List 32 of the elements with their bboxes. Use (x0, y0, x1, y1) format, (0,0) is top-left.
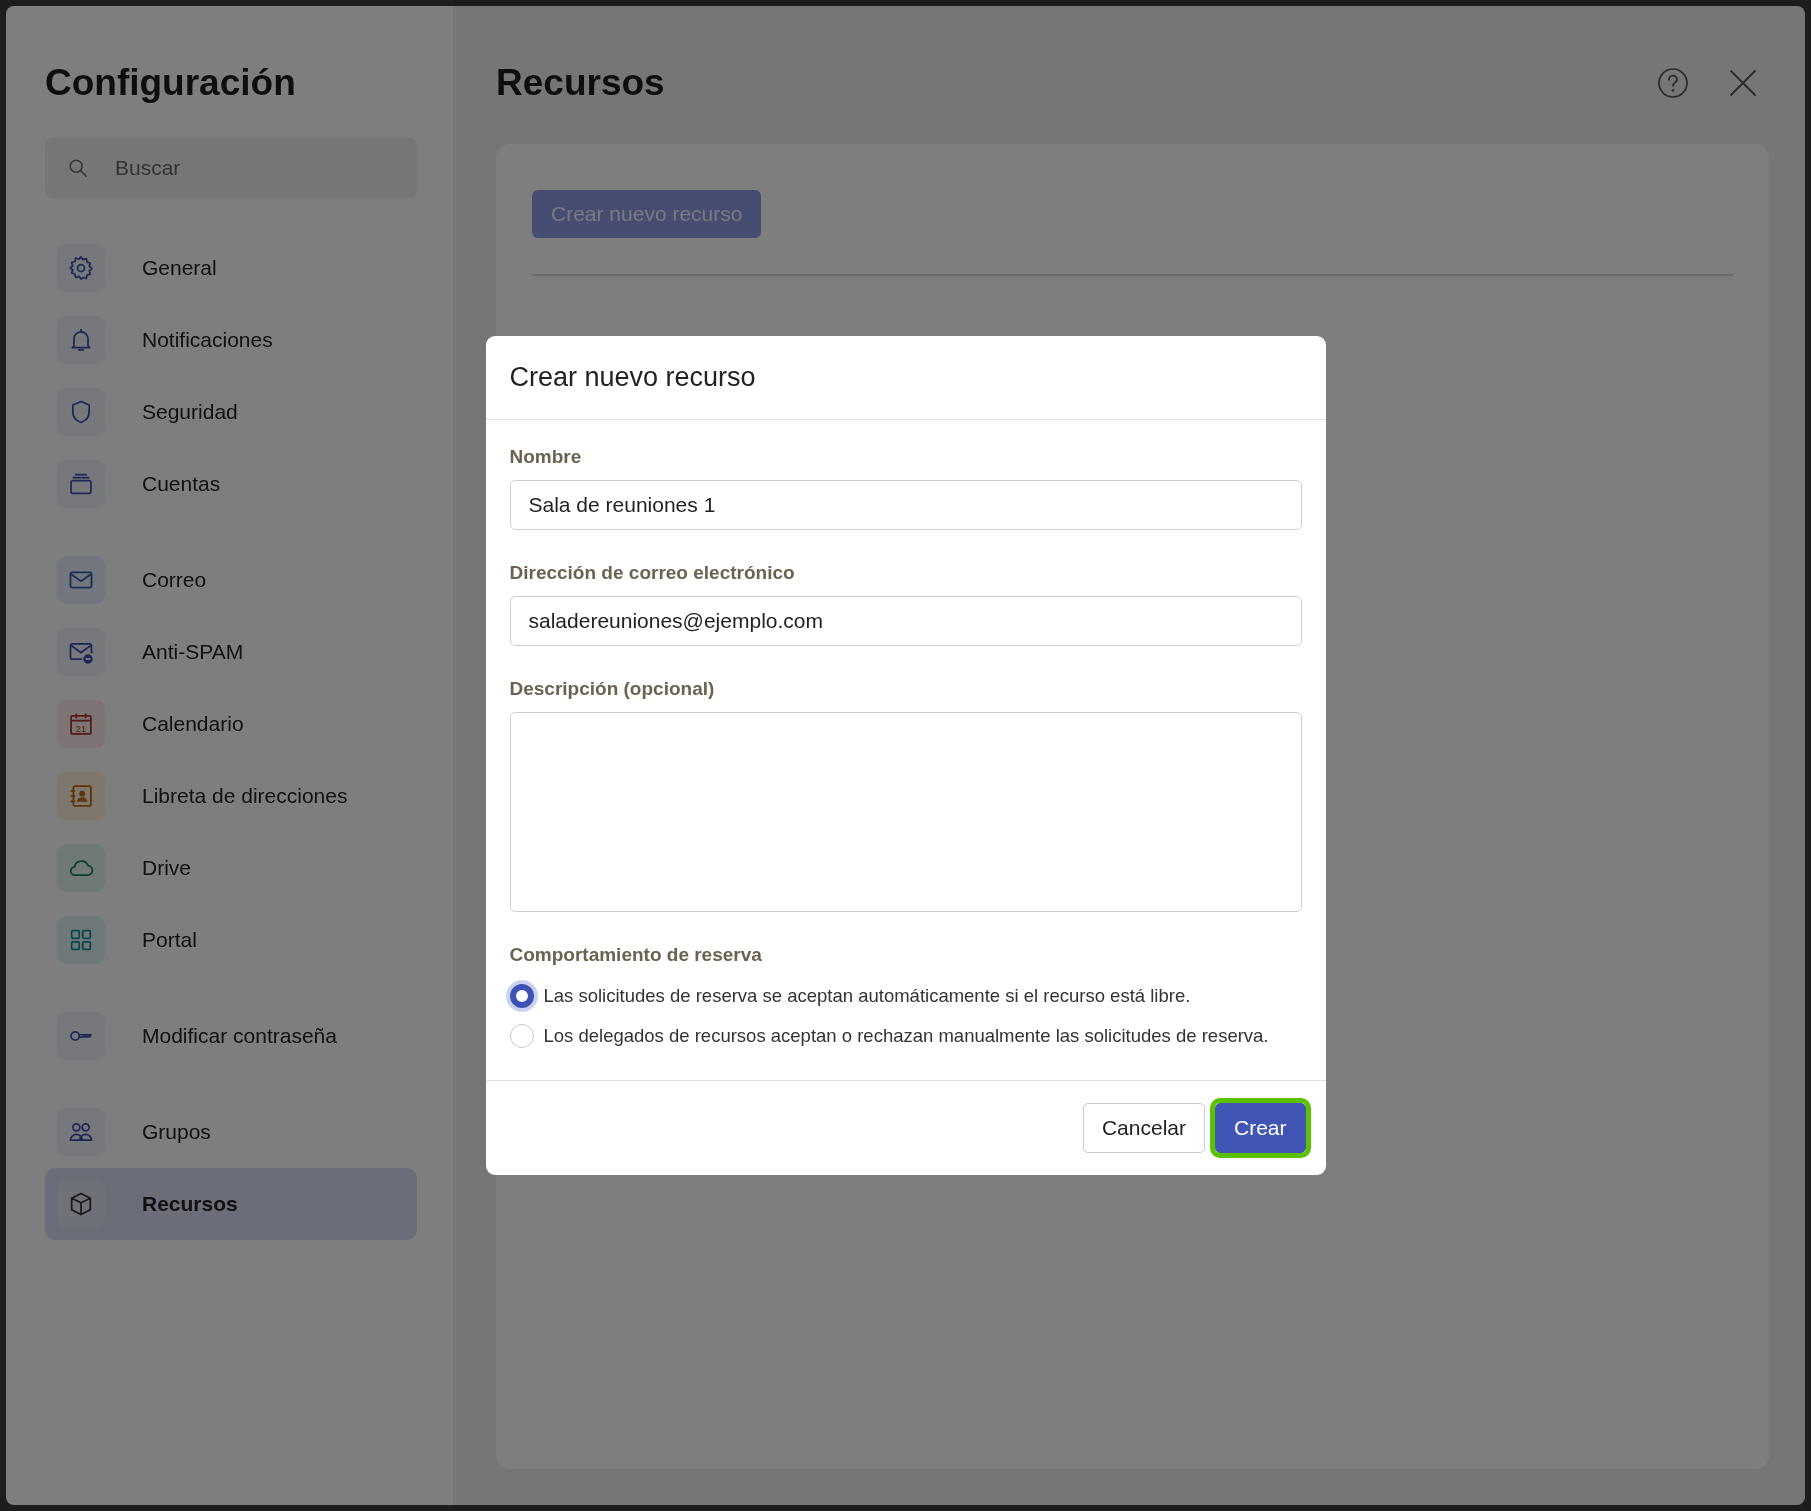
page-title: Recursos (496, 62, 665, 104)
input-field[interactable]: Sala de reuniones 1 (509, 480, 1302, 530)
radio-button[interactable] (509, 984, 534, 1008)
gear-icon (67, 254, 95, 282)
sidebar-item[interactable]: Portal (45, 916, 417, 964)
radio-label: Los delegados de recursos aceptan o rechazan manualmente las solicitudes de reserva. (543, 1025, 1269, 1047)
field-label: Dirección de correo electrónico (509, 562, 796, 584)
sidebar-item[interactable]: Drive (45, 844, 417, 892)
sidebar-item[interactable]: Libreta de direcciones (45, 772, 417, 820)
sidebar-title: Configuración (45, 62, 297, 104)
cancel-button[interactable]: Cancelar (1082, 1103, 1205, 1153)
sidebar-item[interactable]: Correo (45, 556, 417, 604)
close-icon[interactable] (1727, 67, 1759, 99)
dialog-title: Crear nuevo recurso (485, 336, 1326, 420)
sidebar-item[interactable]: Cuentas (45, 460, 417, 508)
description-field[interactable] (509, 712, 1302, 912)
search-field[interactable]: Buscar (45, 138, 417, 198)
field-label: Nombre (509, 446, 583, 468)
sidebar-item[interactable]: Notificaciones (45, 316, 417, 364)
sidebar-item[interactable]: Anti-SPAM (45, 628, 417, 676)
sidebar-item[interactable]: Recursos (45, 1168, 417, 1240)
sidebar-item[interactable]: Grupos (45, 1108, 417, 1156)
radio-label: Las solicitudes de reserva se aceptan automáticamente si el recurso está libre. (543, 985, 1191, 1007)
field-label: Descripción (opcional) (509, 678, 716, 700)
section-label: Comportamiento de reserva (509, 944, 763, 966)
sidebar-item[interactable]: Modificar contraseña (45, 1012, 417, 1060)
search-icon (67, 157, 89, 179)
input-field[interactable]: saladereuniones@ejemplo.com (509, 596, 1302, 646)
sidebar-item[interactable]: General (45, 244, 417, 292)
sidebar-item[interactable]: Seguridad (45, 388, 417, 436)
sidebar-item[interactable]: 21 Calendario (45, 700, 417, 748)
help-icon[interactable] (1657, 67, 1689, 99)
